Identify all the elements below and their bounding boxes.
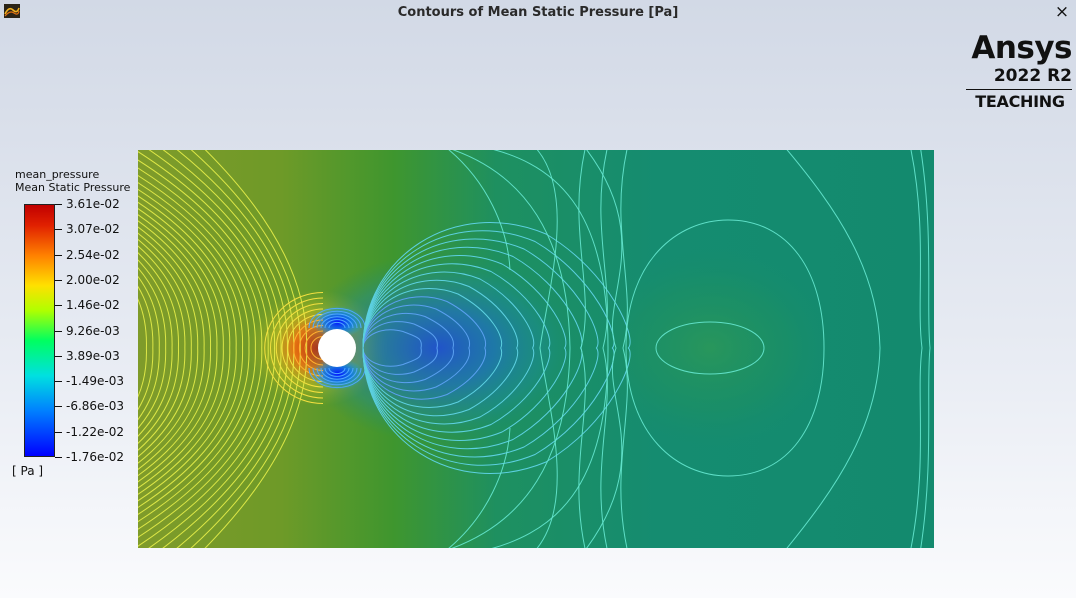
colorbar-tick-label: 1.46e-02 bbox=[55, 298, 120, 312]
color-legend[interactable]: mean_pressure Mean Static Pressure 3.61e… bbox=[0, 0, 138, 598]
cylinder bbox=[318, 329, 356, 367]
legend-unit: [ Pa ] bbox=[12, 464, 44, 478]
colorbar bbox=[24, 204, 55, 457]
colorbar-tick-label: 2.00e-02 bbox=[55, 273, 120, 287]
colorbar-tick-label: 9.26e-03 bbox=[55, 324, 120, 338]
colorbar-tick-label: 3.89e-03 bbox=[55, 349, 120, 363]
window-title: Contours of Mean Static Pressure [Pa] bbox=[397, 5, 679, 20]
contour-plot[interactable] bbox=[138, 150, 934, 548]
fluent-graphics-window: Contours of Mean Static Pressure [Pa] × … bbox=[0, 0, 1076, 598]
downstream-recovery-region bbox=[580, 243, 840, 453]
colorbar-tick-label: 3.61e-02 bbox=[55, 197, 120, 211]
title-bar: Contours of Mean Static Pressure [Pa] × bbox=[0, 0, 1076, 26]
logo-edition: TEACHING bbox=[975, 92, 1065, 111]
close-button[interactable]: × bbox=[1052, 2, 1072, 22]
colorbar-tick-label: -1.76e-02 bbox=[55, 450, 124, 464]
ansys-logo: Ansys 2022 R2 TEACHING bbox=[960, 30, 1073, 112]
logo-version: 2022 R2 bbox=[993, 66, 1072, 86]
logo-divider bbox=[966, 89, 1072, 90]
colorbar-tick-label: -6.86e-03 bbox=[55, 399, 124, 413]
colorbar-tick-label: 3.07e-02 bbox=[55, 222, 120, 236]
colorbar-tick-label: 2.54e-02 bbox=[55, 248, 120, 262]
close-icon: × bbox=[1054, 2, 1070, 22]
colorbar-tick-label: -1.22e-02 bbox=[55, 425, 124, 439]
colorbar-tick-label: -1.49e-03 bbox=[55, 374, 124, 388]
legend-variable-label: Mean Static Pressure bbox=[15, 181, 131, 194]
logo-brand: Ansys bbox=[971, 30, 1072, 66]
legend-variable-name: mean_pressure bbox=[15, 168, 100, 181]
